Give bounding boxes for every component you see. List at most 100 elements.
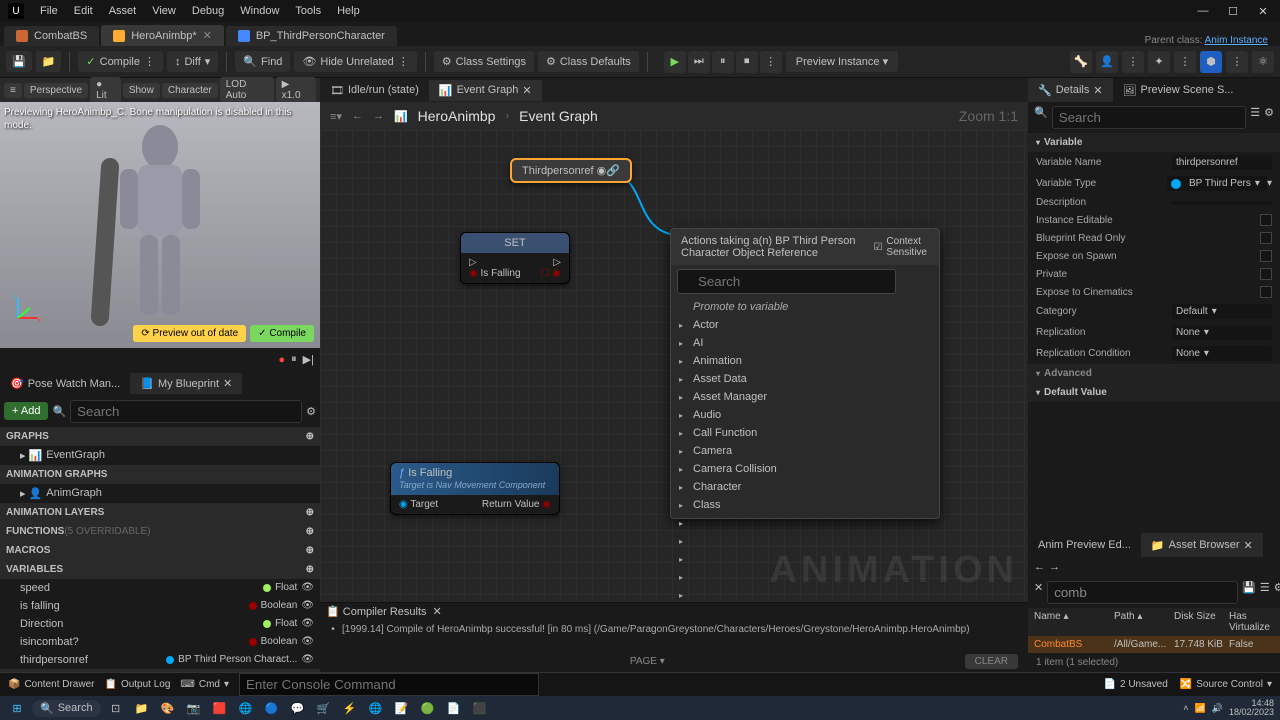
taskbar-app-icon[interactable]: 📁	[131, 698, 153, 718]
diff-button[interactable]: ↕ Diff ▾	[167, 51, 218, 72]
pose-watch-tab[interactable]: 🎯 Pose Watch Man...	[0, 373, 130, 394]
filter-icon[interactable]: ☰	[1250, 106, 1260, 129]
menu-tools[interactable]: Tools	[295, 5, 321, 17]
vp-lit[interactable]: ● Lit	[90, 77, 121, 103]
save-button[interactable]: 💾	[6, 51, 32, 72]
source-control-button[interactable]: 🔀 Source Control ▾	[1180, 679, 1272, 690]
taskbar-app-icon[interactable]: ⚡	[339, 698, 361, 718]
macros-section[interactable]: MACROS⊕	[0, 541, 320, 560]
settings-icon[interactable]: ⚙	[1274, 581, 1280, 604]
mode-options1-button[interactable]: ⋮	[1122, 51, 1144, 73]
mode-anim-button[interactable]: ✦	[1148, 51, 1170, 73]
taskbar-app-icon[interactable]: 🟢	[417, 698, 439, 718]
anim-preview-tab[interactable]: Anim Preview Ed...	[1028, 533, 1141, 557]
clear-button[interactable]: CLEAR	[965, 654, 1018, 669]
page-dropdown[interactable]: PAGE ▾	[330, 656, 965, 667]
private-checkbox[interactable]	[1260, 268, 1272, 280]
nav-forward-icon[interactable]: →	[1049, 561, 1060, 573]
window-close-icon[interactable]: ✕	[1254, 5, 1272, 18]
mode-blueprint-button[interactable]: ⬢	[1200, 51, 1222, 73]
menu-file[interactable]: File	[40, 5, 58, 17]
doc-tab-heroanimbp[interactable]: HeroAnimbp* ✕	[101, 25, 224, 46]
event-dispatchers-section[interactable]: EVENT DISPATCHERS⊕	[0, 669, 320, 673]
tab-close-icon[interactable]: ✕	[433, 605, 442, 618]
replication-condition-dropdown[interactable]: None ▾	[1172, 346, 1272, 361]
menu-asset[interactable]: Asset	[109, 5, 137, 17]
nav-dropdown-icon[interactable]: ≡▾	[330, 110, 342, 123]
default-value-section[interactable]: Default Value	[1028, 383, 1280, 402]
step-icon[interactable]: ▶|	[303, 353, 314, 366]
pause-icon[interactable]: ⏸	[291, 353, 297, 366]
settings-icon[interactable]: ⚙	[306, 405, 316, 418]
asset-row[interactable]: CombatBS/All/Game...17.748 KiBFalse	[1028, 636, 1280, 653]
anim-graph-item[interactable]: ▸ 👤 AnimGraph	[0, 484, 320, 503]
graph-tab-eventgraph[interactable]: 📊 Event Graph ✕	[429, 80, 542, 101]
my-blueprint-tab[interactable]: 📘 My Blueprint ✕	[130, 373, 242, 394]
doc-tab-thirdperson[interactable]: BP_ThirdPersonCharacter	[226, 26, 397, 46]
clear-search-icon[interactable]: ✕	[1034, 581, 1043, 604]
compile-button[interactable]: ✓Compile ⋮	[78, 51, 163, 72]
window-minimize-icon[interactable]: —	[1194, 5, 1212, 18]
asset-search-input[interactable]	[1047, 581, 1238, 604]
mode-mesh-button[interactable]: 👤	[1096, 51, 1118, 73]
action-menu-category[interactable]: Camera	[671, 442, 939, 460]
action-menu-category[interactable]: Animation	[671, 352, 939, 370]
add-variable-icon[interactable]: ⊕	[306, 564, 314, 575]
variable-item[interactable]: is fallingBoolean 👁	[0, 597, 320, 615]
vp-show[interactable]: Show	[123, 83, 160, 98]
variable-item[interactable]: speedFloat 👁	[0, 579, 320, 597]
description-input[interactable]	[1172, 201, 1272, 205]
variable-item[interactable]: DirectionFloat 👁	[0, 615, 320, 633]
unsaved-indicator[interactable]: 📄 2 Unsaved	[1104, 679, 1168, 690]
mode-options3-button[interactable]: ⋮	[1226, 51, 1248, 73]
action-menu-category[interactable]: Class	[671, 496, 939, 514]
find-button[interactable]: 🔍 Find	[235, 51, 290, 72]
settings-icon[interactable]: ⚙	[1264, 106, 1274, 129]
action-menu-search-input[interactable]	[677, 269, 896, 294]
menu-view[interactable]: View	[152, 5, 176, 17]
menu-window[interactable]: Window	[240, 5, 279, 17]
taskbar-app-icon[interactable]: 🌐	[365, 698, 387, 718]
menu-help[interactable]: Help	[337, 5, 360, 17]
menu-edit[interactable]: Edit	[74, 5, 93, 17]
add-macro-icon[interactable]: ⊕	[306, 545, 314, 556]
tray-wifi-icon[interactable]: 📶	[1195, 703, 1206, 714]
action-menu-category[interactable]: Asset Data	[671, 370, 939, 388]
my-bp-search-input[interactable]	[70, 400, 302, 423]
action-menu-category[interactable]: AI	[671, 334, 939, 352]
compiler-results-tab[interactable]: 📋 Compiler Results	[326, 605, 427, 618]
instance-editable-checkbox[interactable]	[1260, 214, 1272, 226]
action-menu-category[interactable]: Character	[671, 478, 939, 496]
mode-options2-button[interactable]: ⋮	[1174, 51, 1196, 73]
class-settings-button[interactable]: ⚙ Class Settings	[434, 51, 534, 72]
taskbar-app-icon[interactable]: 🔵	[261, 698, 283, 718]
mode-physics-button[interactable]: ⚛	[1252, 51, 1274, 73]
clock-date[interactable]: 18/02/2023	[1229, 708, 1274, 717]
start-button[interactable]: ⊞	[6, 698, 28, 718]
asset-table-header[interactable]: Name ▴Path ▴Disk SizeHas Virtualize	[1028, 608, 1280, 636]
tab-close-icon[interactable]: ✕	[1244, 539, 1253, 552]
add-graph-icon[interactable]: ⊕	[306, 431, 314, 442]
details-search-input[interactable]	[1052, 106, 1247, 129]
taskbar-app-icon[interactable]: 🌐	[235, 698, 257, 718]
doc-tab-combatbs[interactable]: CombatBS	[4, 26, 99, 46]
play-next-button[interactable]: ⏭	[688, 51, 710, 73]
variable-get-node[interactable]: Thirdpersonref ◉🔗	[510, 158, 632, 183]
preview-instance-dropdown[interactable]: Preview Instance ▾	[786, 51, 898, 72]
save-icon[interactable]: 💾	[1242, 581, 1256, 604]
tray-chevron-icon[interactable]: ˄	[1183, 703, 1188, 713]
taskbar-app-icon[interactable]: 💬	[287, 698, 309, 718]
vp-perspective[interactable]: Perspective	[24, 83, 88, 98]
preview-out-of-date-button[interactable]: ⟳ Preview out of date	[133, 325, 246, 342]
set-node[interactable]: SET ▷ ▷◉ Is Falling ☐ ◉	[460, 232, 570, 284]
breadcrumb-item[interactable]: Event Graph	[519, 108, 598, 124]
expose-on-spawn-checkbox[interactable]	[1260, 250, 1272, 262]
play-button[interactable]: ▶	[664, 51, 686, 73]
graph-tab-idlerun[interactable]: 🎞 Idle/run (state)	[320, 80, 429, 101]
play-options-button[interactable]: ⋮	[760, 51, 782, 73]
graphs-section[interactable]: GRAPHS⊕	[0, 427, 320, 446]
vp-menu-icon[interactable]: ≡	[4, 83, 22, 98]
taskbar-app-icon[interactable]: 📷	[183, 698, 205, 718]
filter-icon[interactable]: ☰	[1260, 581, 1270, 604]
category-dropdown[interactable]: Default ▾	[1172, 304, 1272, 319]
